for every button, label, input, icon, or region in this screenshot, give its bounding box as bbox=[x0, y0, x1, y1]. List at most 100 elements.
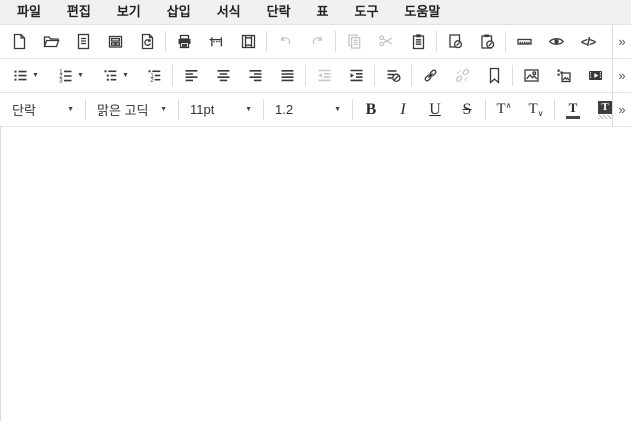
print-button[interactable] bbox=[168, 27, 200, 57]
bookmark-icon bbox=[486, 67, 503, 84]
justify-button[interactable] bbox=[271, 61, 303, 91]
undo-icon bbox=[277, 33, 294, 50]
menu-edit[interactable]: 편집 bbox=[54, 0, 104, 24]
document-button[interactable] bbox=[67, 27, 99, 57]
copy-button[interactable] bbox=[338, 27, 370, 57]
multilevel-list-icon bbox=[102, 67, 119, 84]
editor-content-area[interactable] bbox=[0, 127, 631, 421]
subscript-icon: T∨ bbox=[528, 101, 543, 118]
paragraph-style-dropdown[interactable]: 단락 ▼ bbox=[3, 93, 83, 126]
toolbar-row2-buttons: ▼ 1 2 3 ▼ ▼ bbox=[0, 59, 612, 92]
menu-insert[interactable]: 삽입 bbox=[154, 0, 204, 24]
indent-button[interactable] bbox=[340, 61, 372, 91]
toolbar-separator bbox=[178, 99, 179, 120]
menu-tools[interactable]: 도구 bbox=[342, 0, 392, 24]
menu-table[interactable]: 표 bbox=[304, 0, 342, 24]
underline-icon: U bbox=[429, 101, 441, 119]
underline-button[interactable]: U bbox=[419, 95, 451, 125]
subscript-button[interactable]: T∨ bbox=[520, 95, 552, 125]
bullet-list-icon bbox=[12, 67, 29, 84]
toolbar-separator bbox=[436, 31, 437, 52]
toolbar-separator bbox=[85, 99, 86, 120]
bullet-list-button[interactable]: ▼ bbox=[3, 61, 48, 91]
align-right-icon bbox=[247, 67, 264, 84]
menu-help[interactable]: 도움말 bbox=[391, 0, 453, 24]
align-right-button[interactable] bbox=[239, 61, 271, 91]
ruler-button[interactable] bbox=[508, 27, 540, 57]
menu-paragraph[interactable]: 단락 bbox=[254, 0, 304, 24]
bookmark-button[interactable] bbox=[478, 61, 510, 91]
new-document-button[interactable] bbox=[3, 27, 35, 57]
copy-icon bbox=[346, 33, 363, 50]
toolbar-row3-more-button[interactable]: » bbox=[612, 93, 631, 126]
font-size-value: 11pt bbox=[190, 102, 214, 117]
template-layout-icon bbox=[107, 33, 124, 50]
page-frame-button[interactable] bbox=[232, 27, 264, 57]
chevron-down-icon: ▼ bbox=[245, 106, 252, 113]
insert-image-button[interactable] bbox=[515, 61, 547, 91]
toolbar-row-file: </> » bbox=[0, 25, 631, 59]
line-height-dropdown[interactable]: 1.2 ▼ bbox=[266, 93, 350, 126]
link-icon bbox=[422, 67, 439, 84]
chevron-double-right-icon: » bbox=[618, 68, 625, 83]
menu-file[interactable]: 파일 bbox=[4, 0, 54, 24]
menu-format[interactable]: 서식 bbox=[204, 0, 254, 24]
superscript-button[interactable]: T∧ bbox=[488, 95, 520, 125]
source-code-button[interactable]: </> bbox=[572, 27, 604, 57]
toolbar-row2-more-button[interactable]: » bbox=[612, 59, 631, 92]
chevron-down-icon: ▼ bbox=[334, 106, 341, 113]
background-color-button[interactable]: T bbox=[589, 95, 612, 125]
preview-button[interactable] bbox=[540, 27, 572, 57]
multilevel-list-button[interactable]: ▼ bbox=[93, 61, 138, 91]
cut-button[interactable] bbox=[370, 27, 402, 57]
align-left-button[interactable] bbox=[175, 61, 207, 91]
unlink-button[interactable] bbox=[446, 61, 478, 91]
chevron-double-right-icon: » bbox=[618, 34, 625, 49]
document-restore-button[interactable] bbox=[131, 27, 163, 57]
strikethrough-button[interactable]: S bbox=[451, 95, 483, 125]
clear-formatting-button[interactable] bbox=[377, 61, 409, 91]
toolbar-row1-more-button[interactable]: » bbox=[612, 25, 631, 58]
toolbar-separator bbox=[172, 65, 173, 86]
outdent-button[interactable] bbox=[308, 61, 340, 91]
open-folder-icon bbox=[43, 33, 60, 50]
video-icon bbox=[587, 67, 604, 84]
toolbar-row-paragraph: ▼ 1 2 3 ▼ ▼ bbox=[0, 59, 631, 93]
document-restore-icon bbox=[139, 33, 156, 50]
paste-option-2-button[interactable] bbox=[471, 27, 503, 57]
multilevel-numbered-list-button[interactable]: 1 2 bbox=[138, 61, 170, 91]
bold-button[interactable]: B bbox=[355, 95, 387, 125]
svg-text:3: 3 bbox=[59, 79, 63, 84]
insert-link-button[interactable] bbox=[414, 61, 446, 91]
paste-edit-clipboard-icon bbox=[479, 33, 496, 50]
image-gallery-button[interactable] bbox=[547, 61, 579, 91]
redo-button[interactable] bbox=[301, 27, 333, 57]
strikethrough-icon: S bbox=[463, 101, 472, 119]
numbered-list-button[interactable]: 1 2 3 ▼ bbox=[48, 61, 93, 91]
superscript-icon: T∧ bbox=[496, 101, 511, 118]
print-icon bbox=[176, 33, 193, 50]
open-file-button[interactable] bbox=[35, 27, 67, 57]
toolbar-separator bbox=[505, 31, 506, 52]
toolbar-separator bbox=[352, 99, 353, 120]
toolbar-separator bbox=[411, 65, 412, 86]
italic-button[interactable]: I bbox=[387, 95, 419, 125]
undo-button[interactable] bbox=[269, 27, 301, 57]
font-family-dropdown[interactable]: 맑은 고딕 ▼ bbox=[88, 93, 176, 126]
chevron-down-icon: ▼ bbox=[32, 72, 39, 79]
insert-video-button[interactable] bbox=[579, 61, 611, 91]
page-frame-icon bbox=[240, 33, 257, 50]
new-document-icon bbox=[11, 33, 28, 50]
page-setup-button[interactable] bbox=[200, 27, 232, 57]
menu-view[interactable]: 보기 bbox=[104, 0, 154, 24]
paste-option-1-button[interactable] bbox=[439, 27, 471, 57]
chevron-down-icon: ▼ bbox=[122, 72, 129, 79]
image-gallery-icon bbox=[555, 67, 572, 84]
font-size-dropdown[interactable]: 11pt ▼ bbox=[181, 93, 261, 126]
multilevel-numbered-list-icon: 1 2 bbox=[146, 67, 163, 84]
align-center-button[interactable] bbox=[207, 61, 239, 91]
paste-button[interactable] bbox=[402, 27, 434, 57]
toolbar-separator bbox=[512, 65, 513, 86]
text-color-button[interactable]: T bbox=[557, 95, 589, 125]
template-button[interactable] bbox=[99, 27, 131, 57]
